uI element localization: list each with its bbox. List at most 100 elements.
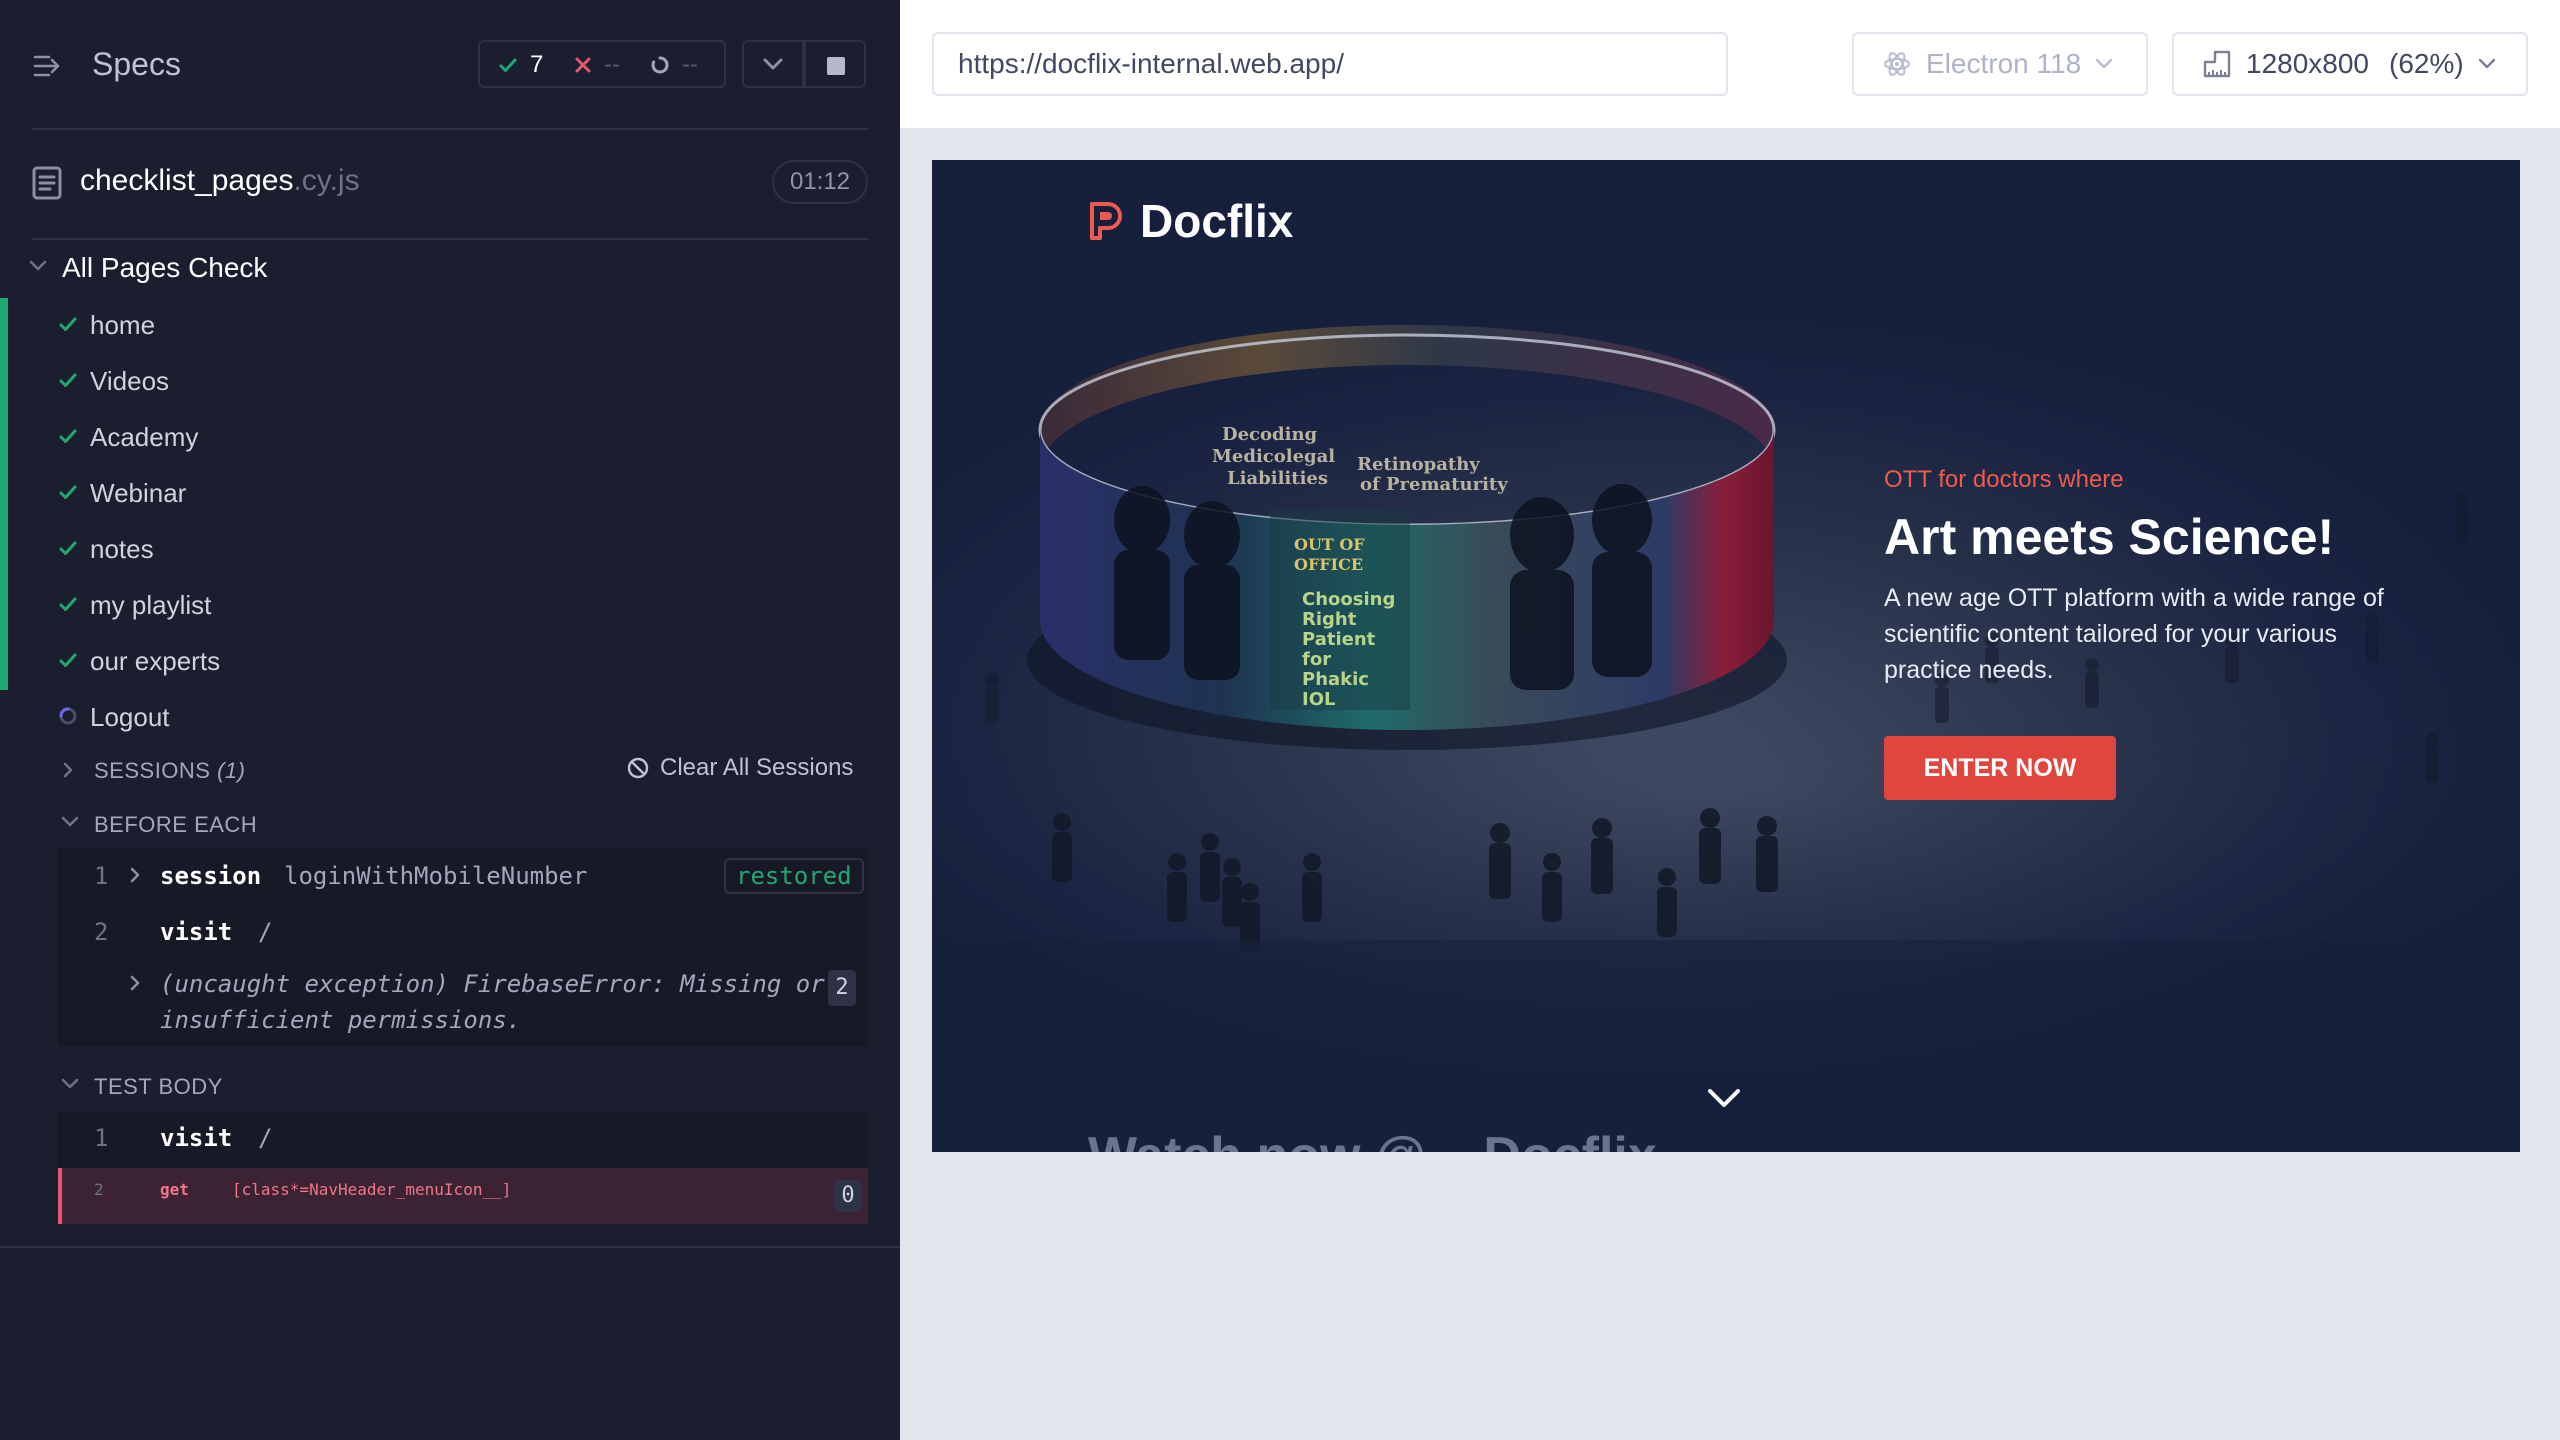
next-section-heading: Watch now @ ...Docflix	[1088, 1126, 1657, 1152]
command-get-failed[interactable]: 2 get [class*=NavHeader_menuIcon__] 0	[58, 1168, 868, 1224]
command-name: get	[160, 1180, 189, 1199]
test-item-our-experts[interactable]: our experts	[0, 634, 900, 690]
failed-stat: --	[574, 51, 620, 79]
spinner-icon	[59, 707, 77, 725]
test-label: Videos	[90, 366, 170, 396]
chevron-down-icon	[29, 260, 47, 271]
command-name: visit	[160, 918, 233, 946]
stop-icon	[827, 57, 845, 75]
test-body-section[interactable]: TEST BODY	[0, 1068, 900, 1104]
test-item-logout[interactable]: Logout	[0, 690, 900, 746]
ring-poster-text: for	[1302, 649, 1331, 670]
passed-stat: 7	[498, 51, 543, 79]
exception-count-badge: 2	[828, 970, 856, 1006]
hero-description: A new age OTT platform with a wide range…	[1884, 584, 2384, 684]
test-item-webinar[interactable]: Webinar	[0, 466, 900, 522]
stop-button[interactable]	[804, 40, 866, 88]
enter-now-button[interactable]: ENTER NOW	[1884, 736, 2116, 800]
test-body-label: TEST BODY	[94, 1074, 223, 1099]
chevron-down-icon	[2478, 58, 2495, 69]
test-item-videos[interactable]: Videos	[0, 354, 900, 410]
spec-duration: 01:12	[772, 160, 868, 204]
command-arg: /	[258, 1124, 273, 1152]
browser-selector[interactable]: Electron 118	[1852, 32, 2148, 96]
chevron-down-icon	[61, 1078, 79, 1089]
specs-list-toggle-icon[interactable]	[32, 50, 64, 82]
command-number: 1	[94, 1124, 109, 1152]
command-name: visit	[160, 1124, 233, 1152]
test-label: my playlist	[90, 590, 212, 620]
suite-row[interactable]: All Pages Check	[0, 250, 900, 290]
prohibited-icon	[627, 757, 649, 779]
check-icon	[499, 58, 517, 72]
ring-poster-text: Choosing	[1302, 589, 1395, 610]
ring-poster-text: Phakic	[1302, 669, 1369, 690]
scroll-down-chevron-icon[interactable]	[1706, 1086, 1742, 1110]
test-item-notes[interactable]: notes	[0, 522, 900, 578]
test-label: home	[90, 310, 156, 340]
test-item-academy[interactable]: Academy	[0, 410, 900, 466]
chevron-down-icon	[2095, 58, 2113, 69]
aut-toolbar: https://docflix-internal.web.app/ Electr…	[900, 0, 2560, 128]
spec-file-basename: checklist_pages	[80, 164, 294, 197]
exception-message: (uncaught exception) FirebaseError: Miss…	[160, 970, 825, 1034]
hero-eyebrow: OTT for doctors where	[1884, 466, 2124, 493]
viewport-selector[interactable]: 1280x800 (62%)	[2172, 32, 2528, 96]
x-icon	[575, 57, 591, 73]
chevron-down-icon	[763, 58, 783, 70]
ring-poster-text: Liabilities	[1227, 468, 1328, 489]
ring-poster-text: OUT OF	[1294, 535, 1365, 554]
check-icon	[59, 373, 77, 387]
ring-poster-text: Medicolegal	[1212, 446, 1335, 467]
command-arg: [class*=NavHeader_menuIcon__]	[232, 1180, 512, 1199]
test-list: home Videos Academy Webinar notes my pla…	[0, 298, 900, 746]
test-label: Logout	[90, 702, 170, 732]
command-number: 1	[94, 862, 109, 890]
before-each-section[interactable]: BEFORE EACH	[0, 806, 900, 842]
site-logo[interactable]: Docflix	[1088, 194, 1293, 248]
divider	[0, 1246, 900, 1248]
uncaught-exception[interactable]: (uncaught exception) FirebaseError: Miss…	[58, 966, 868, 1038]
clear-all-sessions-label: Clear All Sessions	[660, 754, 854, 781]
ring-poster-text: Right	[1302, 609, 1357, 630]
reporter-header: Specs 7 -- --	[0, 0, 900, 128]
failed-count: --	[604, 51, 620, 78]
chevron-right-icon	[130, 975, 140, 991]
hero-carousel-image: OUT OF OFFICE Choosing Right Patient for…	[1027, 325, 1787, 750]
command-session[interactable]: 1 session loginWithMobileNumber restored	[58, 858, 868, 894]
aut-iframe[interactable]: Docflix OUT OF OFFICE Choosing Right Pat…	[932, 160, 2520, 1152]
suite-title: All Pages Check	[62, 252, 268, 283]
url-field[interactable]: https://docflix-internal.web.app/	[932, 32, 1728, 96]
ruler-icon	[2203, 50, 2231, 78]
check-icon	[59, 429, 77, 443]
sessions-toggle[interactable]: SESSIONS (1)	[94, 758, 246, 784]
options-dropdown-button[interactable]	[742, 40, 804, 88]
ring-poster-text: Patient	[1302, 629, 1376, 650]
before-each-label: BEFORE EACH	[94, 812, 258, 837]
session-status-badge: restored	[724, 858, 864, 894]
divider	[32, 128, 868, 130]
passed-count: 7	[530, 51, 544, 78]
command-number: 2	[94, 918, 109, 946]
test-label: Academy	[90, 422, 199, 452]
chevron-right-icon	[130, 867, 140, 883]
chevron-right-icon	[63, 762, 73, 778]
spec-file-extension: .cy.js	[293, 164, 360, 197]
divider	[32, 238, 868, 240]
viewport-size: 1280x800	[2246, 48, 2370, 79]
check-icon	[59, 541, 77, 555]
before-each-commands: 1 session loginWithMobileNumber restored…	[58, 848, 868, 1046]
specs-title[interactable]: Specs	[92, 46, 181, 83]
test-item-my-playlist[interactable]: my playlist	[0, 578, 900, 634]
command-visit[interactable]: 1 visit /	[58, 1124, 868, 1156]
clear-all-sessions-button[interactable]: Clear All Sessions	[626, 754, 853, 782]
test-body-commands: 1 visit / 2 get [class*=NavHeader_menuIc…	[58, 1112, 868, 1224]
test-item-home[interactable]: home	[0, 298, 900, 354]
chevron-down-icon	[61, 816, 79, 827]
command-visit[interactable]: 2 visit /	[58, 918, 868, 950]
logo-text: Docflix	[1140, 195, 1294, 247]
ring-poster-text: IOL	[1302, 689, 1335, 710]
ring-poster-text: Retinopathy	[1357, 454, 1480, 475]
spec-file-name[interactable]: checklist_pages.cy.js	[80, 164, 360, 198]
aut-panel: https://docflix-internal.web.app/ Electr…	[900, 0, 2560, 1440]
